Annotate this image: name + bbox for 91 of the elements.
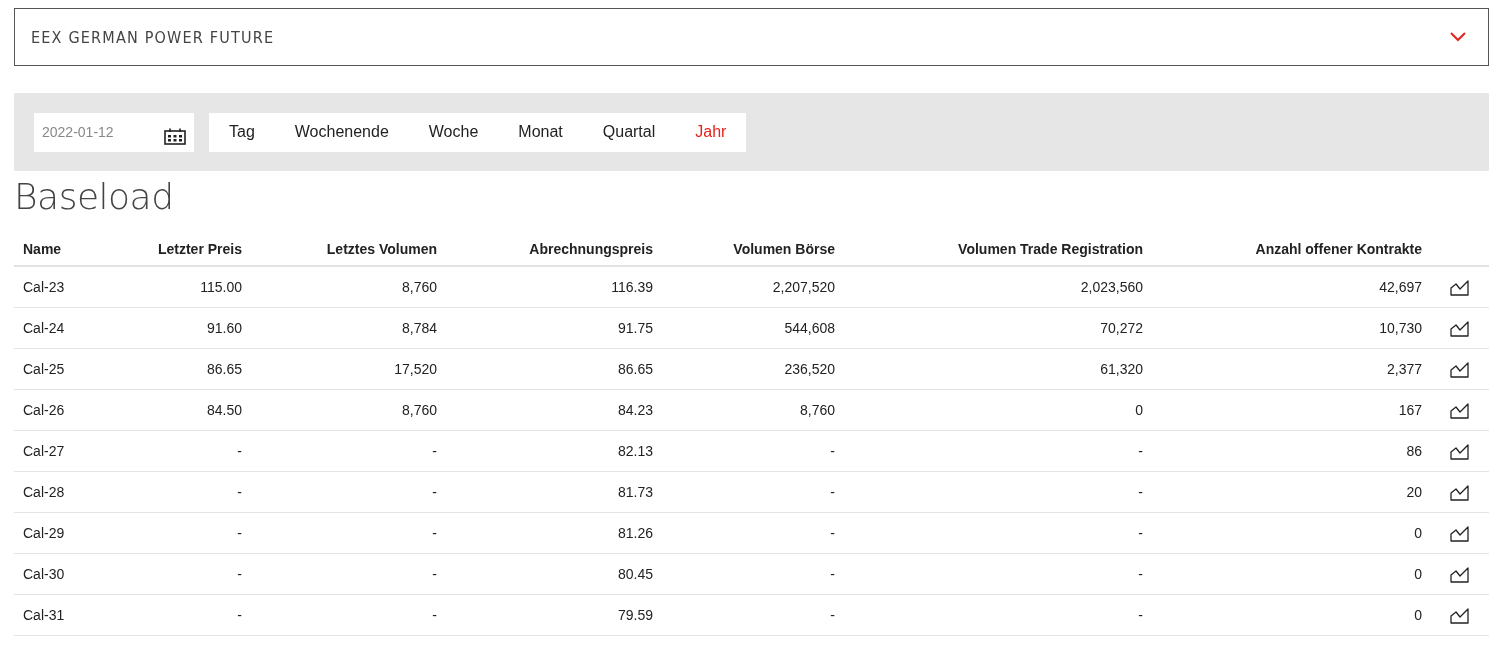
chevron-icon[interactable] [1450, 32, 1466, 42]
chart-icon[interactable] [1450, 319, 1470, 337]
table-cell: 84.23 [446, 389, 662, 431]
table-cell: 2,207,520 [662, 266, 844, 308]
column-header: Letzter Preis [120, 233, 251, 266]
table-cell: 86 [1152, 430, 1431, 472]
column-header: Name [14, 233, 120, 266]
table-cell: - [120, 594, 251, 636]
table-cell: 82.13 [446, 430, 662, 472]
table-cell: Cal-25 [14, 348, 120, 390]
chart-icon[interactable] [1450, 360, 1470, 378]
chart-icon[interactable] [1450, 401, 1470, 419]
calendar-icon[interactable] [164, 127, 186, 145]
table-cell: - [844, 594, 1152, 636]
table-cell: 0 [1152, 512, 1431, 554]
table-cell: 79.59 [446, 594, 662, 636]
table-cell: 91.75 [446, 307, 662, 349]
column-header: Letztes Volumen [251, 233, 446, 266]
panel-header[interactable]: EEX GERMAN POWER FUTURE [14, 8, 1489, 66]
table-cell: - [251, 512, 446, 554]
table-cell: 8,760 [662, 389, 844, 431]
table-cell: - [120, 553, 251, 595]
table-cell: - [120, 512, 251, 554]
period-tab[interactable]: Wochenende [274, 112, 409, 152]
table-cell: 70,272 [844, 307, 1152, 349]
table-cell: Cal-26 [14, 389, 120, 431]
table-cell: - [844, 430, 1152, 472]
table-cell: 61,320 [844, 348, 1152, 390]
chart-icon[interactable] [1450, 606, 1470, 624]
table-cell: - [120, 430, 251, 472]
table-cell: 2,377 [1152, 348, 1431, 390]
date-field[interactable]: 2022-01-12 [34, 112, 194, 152]
table-cell: - [251, 594, 446, 636]
table-cell: 81.73 [446, 471, 662, 513]
table-cell: 8,760 [251, 266, 446, 308]
table-cell: - [251, 553, 446, 595]
table-cell: - [251, 471, 446, 513]
column-header: Volumen Trade Registration [844, 233, 1152, 266]
period-tab[interactable]: Tag [209, 112, 275, 152]
table-cell: 544,608 [662, 307, 844, 349]
chart-icon[interactable] [1450, 524, 1470, 542]
table-cell: Cal-24 [14, 307, 120, 349]
table-cell: - [662, 430, 844, 472]
table-cell: 8,760 [251, 389, 446, 431]
table-cell: - [662, 553, 844, 595]
table-cell: - [844, 553, 1152, 595]
table-cell: Cal-30 [14, 553, 120, 595]
table-cell: 42,697 [1152, 266, 1431, 308]
period-tab[interactable]: Woche [408, 112, 499, 152]
table-cell: 115.00 [120, 266, 251, 308]
chart-icon[interactable] [1450, 442, 1470, 460]
table-cell: 0 [844, 389, 1152, 431]
table-cell: 80.45 [446, 553, 662, 595]
period-tab[interactable]: Jahr [675, 112, 747, 152]
column-header: Abrechnungspreis [446, 233, 662, 266]
table-cell: 167 [1152, 389, 1431, 431]
chart-icon[interactable] [1450, 565, 1470, 583]
chart-icon[interactable] [1450, 483, 1470, 501]
table-cell: 84.50 [120, 389, 251, 431]
section-heading: Baseload [14, 175, 175, 219]
chart-icon[interactable] [1450, 278, 1470, 296]
table-cell: 0 [1152, 553, 1431, 595]
table-cell: - [844, 512, 1152, 554]
column-header: Volumen Börse [662, 233, 844, 266]
table-cell: 86.65 [446, 348, 662, 390]
table-cell: 20 [1152, 471, 1431, 513]
table-cell: - [251, 430, 446, 472]
table-cell: 81.26 [446, 512, 662, 554]
table-cell: Cal-29 [14, 512, 120, 554]
table-cell: - [662, 594, 844, 636]
period-tab[interactable]: Monat [498, 112, 583, 152]
table-cell: 91.60 [120, 307, 251, 349]
table-cell: 236,520 [662, 348, 844, 390]
table-cell: - [662, 512, 844, 554]
table-cell: 17,520 [251, 348, 446, 390]
table-cell: 0 [1152, 594, 1431, 636]
table-cell: Cal-23 [14, 266, 120, 308]
table-cell: Cal-27 [14, 430, 120, 472]
table-cell: Cal-28 [14, 471, 120, 513]
panel-title: EEX GERMAN POWER FUTURE [31, 27, 275, 47]
table-cell: 116.39 [446, 266, 662, 308]
table-cell: 10,730 [1152, 307, 1431, 349]
column-header: Anzahl offener Kontrakte [1152, 233, 1431, 266]
period-tab[interactable]: Quartal [582, 112, 676, 152]
table-cell: 2,023,560 [844, 266, 1152, 308]
table-cell: - [662, 471, 844, 513]
table-cell: Cal-31 [14, 594, 120, 636]
table-cell: 8,784 [251, 307, 446, 349]
table-cell: - [844, 471, 1152, 513]
table-cell: 86.65 [120, 348, 251, 390]
table-cell: - [120, 471, 251, 513]
